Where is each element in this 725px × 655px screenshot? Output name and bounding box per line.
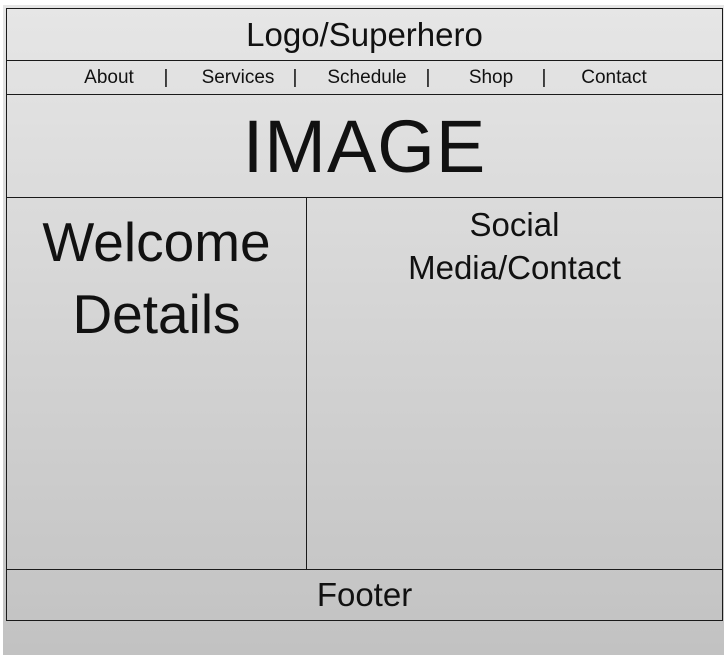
welcome-title: Welcome [42,211,271,273]
nav-item-services[interactable]: Services [202,68,275,88]
social-title: Social [469,206,560,243]
footer: Footer [6,569,723,621]
nav-item-about[interactable]: About [84,68,134,88]
social-media-panel: Social Media/Contact [306,197,723,570]
nav-separator: | [163,67,169,88]
welcome-subtitle: Details [72,283,241,345]
nav-bar: About | Services | Schedule | Shop | Con… [6,60,723,95]
nav-separator: | [541,67,547,88]
social-subtitle: Media/Contact [408,249,621,286]
hero-image-placeholder: IMAGE [6,94,723,198]
hero-image-label: IMAGE [242,104,487,188]
nav-separator: | [292,67,298,88]
logo-header: Logo/Superhero [6,8,723,61]
nav-item-schedule[interactable]: Schedule [327,68,406,88]
nav-item-contact[interactable]: Contact [581,68,646,88]
nav-separator: | [425,67,431,88]
wireframe-canvas: Logo/Superhero About | Services | Schedu… [3,5,724,655]
welcome-panel: Welcome Details [6,197,307,570]
nav-item-shop[interactable]: Shop [469,68,513,88]
footer-label: Footer [316,576,413,613]
logo-title: Logo/Superhero [246,15,483,53]
